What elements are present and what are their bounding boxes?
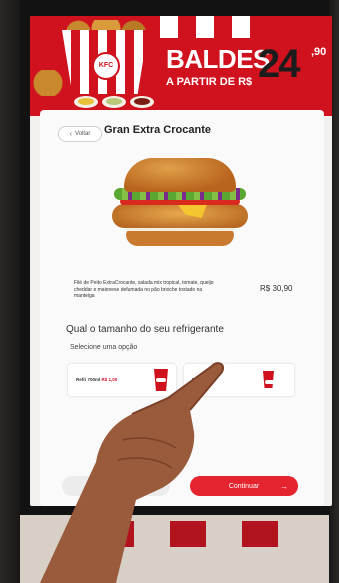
kiosk-screen: KFC BALDES A PARTIR DE R$ 24 ,90 ‹ Volta… xyxy=(30,16,332,506)
banner-title: BALDES xyxy=(166,44,270,74)
kiosk-base-stripe xyxy=(98,521,134,547)
product-price: R$ 30,90 xyxy=(260,284,293,293)
burger-image xyxy=(110,154,250,254)
soda-cup-icon xyxy=(263,371,274,388)
drink-option-500ml[interactable]: Refri 500ml xyxy=(184,364,294,396)
wall-left xyxy=(0,0,20,583)
soda-cup-icon xyxy=(154,369,168,391)
sauce-cup-icon xyxy=(102,96,126,108)
chevron-left-icon: ‹ xyxy=(69,130,72,138)
drink-option-extra-price: R$ 1,00 xyxy=(101,377,118,382)
back-button[interactable]: ‹ Voltar xyxy=(58,126,102,142)
banner-stripes xyxy=(160,16,260,38)
drink-option-700ml[interactable]: Refri 700ml R$ 1,00 xyxy=(68,364,176,396)
banner-subtitle: A PARTIR DE R$ xyxy=(166,76,253,88)
back-button-label: Voltar xyxy=(75,131,91,137)
drink-size-question: Qual o tamanho do seu refrigerante xyxy=(66,324,224,335)
kiosk-base-stripe xyxy=(170,521,206,547)
drink-option-label: Refri 700ml R$ 1,00 xyxy=(76,377,118,382)
product-title: Gran Extra Crocante xyxy=(104,124,211,136)
sauce-cup-icon xyxy=(130,96,154,108)
drink-option-label: Refri 500ml xyxy=(192,377,217,382)
secondary-button[interactable] xyxy=(62,476,170,496)
select-option-hint: Selecione uma opção xyxy=(70,344,138,351)
banner-price: 24 xyxy=(258,42,300,86)
product-description: Filé de Peito ExtraCrocante, salada mix … xyxy=(74,280,214,299)
kiosk-base-stripe xyxy=(242,521,278,547)
promo-banner[interactable]: KFC BALDES A PARTIR DE R$ 24 ,90 xyxy=(30,16,332,116)
continue-button-label: Continuar xyxy=(228,482,260,490)
sauce-cup-icon xyxy=(74,96,98,108)
arrow-right-icon: → xyxy=(280,481,288,491)
continue-button[interactable]: Continuar → xyxy=(190,476,298,496)
banner-price-cents: ,90 xyxy=(311,46,327,58)
product-card: ‹ Voltar Gran Extra Crocante Filé de Pei… xyxy=(40,110,324,506)
kfc-logo: KFC xyxy=(92,52,120,80)
chicken-side-image xyxy=(32,70,72,96)
kiosk-photo: KFC BALDES A PARTIR DE R$ 24 ,90 ‹ Volta… xyxy=(0,0,339,583)
